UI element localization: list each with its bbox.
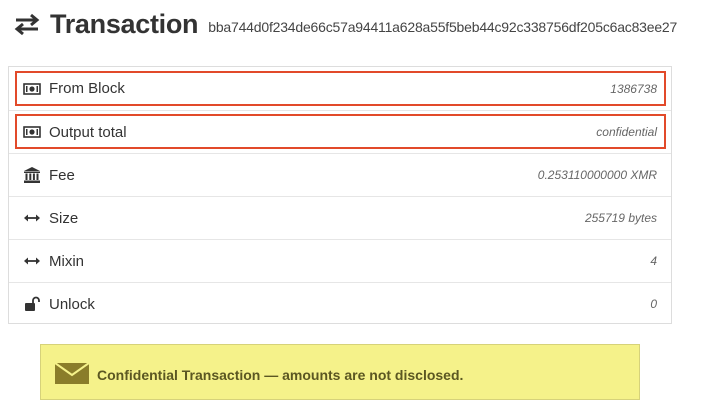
notice-text: Confidential Transaction — amounts are n… — [97, 367, 464, 383]
detail-row-mixin: Mixin 4 — [9, 239, 671, 282]
money-icon — [23, 80, 41, 98]
horizontal-arrows-icon — [23, 209, 41, 227]
bank-icon — [23, 166, 41, 184]
detail-label: Size — [49, 209, 79, 227]
detail-row-output-total: Output total confidential — [9, 110, 671, 153]
money-icon — [23, 123, 41, 141]
confidential-notice: Confidential Transaction — amounts are n… — [40, 344, 640, 400]
horizontal-arrows-icon — [23, 252, 41, 270]
detail-row-size: Size 255719 bytes — [9, 196, 671, 239]
detail-label: Unlock — [49, 295, 95, 313]
transaction-details-table: From Block 1386738 Output total confiden… — [8, 66, 672, 324]
exchange-arrows-icon — [14, 13, 40, 36]
detail-value: 0.253110000000 XMR — [537, 168, 657, 182]
detail-value: 0 — [650, 297, 657, 311]
detail-label: From Block — [49, 80, 125, 97]
detail-value: confidential — [596, 125, 657, 139]
detail-row-unlock: Unlock 0 — [9, 282, 671, 325]
detail-value: 1386738 — [610, 81, 657, 96]
detail-row-from-block: From Block 1386738 — [9, 67, 671, 110]
unlock-icon — [23, 295, 41, 313]
detail-label: Mixin — [49, 252, 85, 270]
page-header: Transaction bba744d0f234de66c57a94411a62… — [14, 6, 677, 42]
detail-label: Output total — [49, 123, 127, 141]
envelope-icon — [55, 362, 89, 384]
page-title: Transaction — [50, 8, 199, 39]
transaction-hash: bba744d0f234de66c57a94411a628a55f5beb44c… — [208, 19, 678, 35]
detail-value: 4 — [650, 254, 657, 268]
detail-label: Fee — [49, 166, 75, 184]
detail-value: 255719 bytes — [584, 211, 657, 225]
transaction-page: Transaction bba744d0f234de66c57a94411a62… — [0, 0, 720, 410]
detail-row-fee: Fee 0.253110000000 XMR — [9, 153, 671, 196]
